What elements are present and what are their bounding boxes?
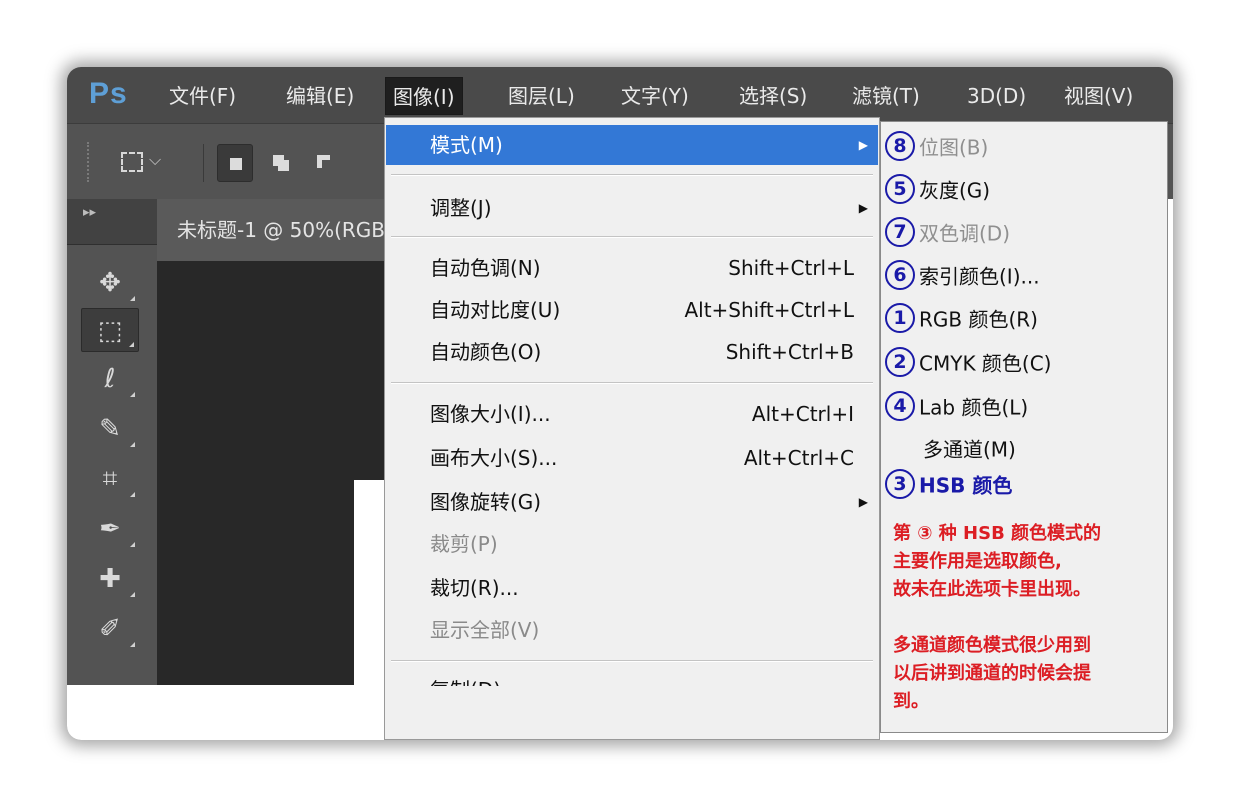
brush-icon: ✐ [99, 614, 121, 644]
bandage-icon: ✚ [99, 564, 121, 594]
healing-brush-tool[interactable]: ✚ [81, 557, 139, 601]
menu-separator [391, 236, 873, 238]
menu-item-adjustments[interactable]: 调整(J) ▶ [386, 188, 878, 228]
tools-panel: ▸▸ ✥ ⬚ ℓ ✎ ⌗ ✒ ✚ ✐ [67, 199, 157, 740]
hsb-color-annotation: 3 HSB 颜色 [885, 464, 1012, 504]
submenu-item-rgb-color[interactable]: 1 RGB 颜色(R) [885, 298, 1038, 338]
annotation-line: 多通道颜色模式很少用到 [893, 635, 1091, 656]
menu-item-reveal-all[interactable]: 显示全部(V) [386, 610, 878, 650]
chevron-down-icon[interactable]: ⌵ [149, 150, 161, 170]
screenshot-frame: Ps 文件(F) 编辑(E) 图像(I) 图层(L) 文字(Y) 选择(S) 滤… [67, 67, 1173, 740]
options-divider [203, 144, 204, 182]
menu-item-duplicate[interactable]: 复制(D)... [386, 674, 878, 686]
submenu-item-lab-color[interactable]: 4 Lab 颜色(L) [885, 386, 1028, 426]
rectangular-marquee-icon[interactable] [121, 152, 143, 172]
eyedropper-icon: ✒ [99, 514, 121, 544]
menu-separator [391, 174, 873, 176]
quick-select-tool[interactable]: ✎ [81, 407, 139, 451]
number-badge: 4 [885, 390, 915, 421]
submenu-item-bitmap[interactable]: 8 位图(B) [885, 126, 988, 166]
menu-3d[interactable]: 3D(D) [960, 77, 1033, 115]
number-badge: 8 [885, 130, 915, 161]
shortcut-auto-contrast: Alt+Shift+Ctrl+L [684, 298, 854, 322]
document-tab[interactable]: 未标题-1 @ 50%(RGB/8) [157, 199, 397, 261]
menu-separator [391, 660, 873, 662]
tools-panel-header[interactable]: ▸▸ [67, 199, 157, 245]
submenu-arrow-icon: ▶ [858, 495, 868, 509]
menu-item-mode[interactable]: 模式(M) ▶ [386, 125, 878, 165]
marquee-icon: ⬚ [97, 316, 123, 346]
shortcut-auto-color: Shift+Ctrl+B [725, 340, 854, 364]
menu-item-auto-tone[interactable]: 自动色调(N) Shift+Ctrl+L [386, 248, 878, 288]
annotation-line: 故未在此选项卡里出现。 [893, 579, 1091, 600]
shortcut-auto-tone: Shift+Ctrl+L [728, 256, 854, 280]
menu-file[interactable]: 文件(F) [162, 77, 243, 115]
submenu-arrow-icon: ▶ [858, 138, 868, 152]
options-grip-icon[interactable] [87, 142, 91, 182]
menubar: Ps 文件(F) 编辑(E) 图像(I) 图层(L) 文字(Y) 选择(S) 滤… [67, 67, 1173, 123]
submenu-item-indexed-color[interactable]: 6 索引颜色(I)... [885, 255, 1040, 295]
menu-type[interactable]: 文字(Y) [614, 77, 696, 115]
menu-edit[interactable]: 编辑(E) [279, 77, 361, 115]
submenu-item-grayscale[interactable]: 5 灰度(G) [885, 169, 990, 209]
move-tool[interactable]: ✥ [81, 261, 139, 305]
new-selection-icon [230, 158, 242, 170]
menu-image[interactable]: 图像(I) [385, 77, 463, 115]
add-to-selection-button[interactable] [263, 144, 299, 182]
expand-panel-icon[interactable]: ▸▸ [83, 205, 96, 220]
image-menu-dropdown: 模式(M) ▶ 调整(J) ▶ 自动色调(N) Shift+Ctrl+L 自动对… [384, 117, 880, 740]
lasso-icon: ℓ [104, 364, 116, 394]
move-icon: ✥ [99, 268, 121, 298]
annotation-line: 以后讲到通道的时候会提 [893, 663, 1091, 684]
number-badge: 6 [885, 259, 915, 290]
marquee-tool[interactable]: ⬚ [81, 308, 139, 352]
number-badge: 3 [885, 468, 915, 499]
eyedropper-tool[interactable]: ✒ [81, 507, 139, 551]
annotation-line: 到。 [893, 691, 929, 712]
number-badge: 5 [885, 173, 915, 204]
add-selection-icon-front [278, 160, 289, 171]
menu-item-trim[interactable]: 裁切(R)... [386, 568, 878, 608]
shortcut-canvas-size: Alt+Ctrl+C [743, 446, 854, 470]
submenu-arrow-icon: ▶ [858, 201, 868, 215]
menu-filter[interactable]: 滤镜(T) [845, 77, 927, 115]
submenu-item-duotone[interactable]: 7 双色调(D) [885, 212, 1010, 252]
menu-item-crop[interactable]: 裁剪(P) [386, 524, 878, 564]
menu-item-canvas-size[interactable]: 画布大小(S)... Alt+Ctrl+C [386, 438, 878, 478]
number-badge: 7 [885, 216, 915, 247]
annotation-line: 主要作用是选取颜色, [893, 551, 1062, 572]
menu-item-image-size[interactable]: 图像大小(I)... Alt+Ctrl+I [386, 394, 878, 434]
menu-item-image-rotation[interactable]: 图像旋转(G) ▶ [386, 482, 878, 522]
brush-tool[interactable]: ✐ [81, 607, 139, 651]
photoshop-logo: Ps [89, 77, 128, 110]
lasso-tool[interactable]: ℓ [81, 357, 139, 401]
number-badge: 1 [885, 302, 915, 333]
crop-icon: ⌗ [102, 464, 118, 494]
menu-select[interactable]: 选择(S) [732, 77, 814, 115]
menu-layer[interactable]: 图层(L) [501, 77, 582, 115]
subtract-from-selection-button[interactable] [307, 144, 343, 182]
number-badge: 2 [885, 346, 915, 377]
crop-tool[interactable]: ⌗ [81, 457, 139, 501]
submenu-item-multichannel[interactable]: 多通道(M) [923, 428, 1016, 468]
submenu-item-cmyk-color[interactable]: 2 CMYK 颜色(C) [885, 342, 1051, 382]
annotation-line: 第 ③ 种 HSB 颜色模式的 [893, 523, 1102, 544]
menu-view[interactable]: 视图(V) [1057, 77, 1140, 115]
subtract-selection-cutout [322, 160, 330, 168]
mode-submenu: 8 位图(B) 5 灰度(G) 7 双色调(D) 6 索引颜色(I)... 1 RGB 颜… [880, 121, 1168, 733]
menu-item-auto-contrast[interactable]: 自动对比度(U) Alt+Shift+Ctrl+L [386, 290, 878, 330]
menu-item-auto-color[interactable]: 自动颜色(O) Shift+Ctrl+B [386, 332, 878, 372]
menu-separator [391, 382, 873, 384]
new-selection-button[interactable] [217, 144, 253, 182]
quick-select-icon: ✎ [99, 414, 121, 444]
shortcut-image-size: Alt+Ctrl+I [751, 402, 854, 426]
